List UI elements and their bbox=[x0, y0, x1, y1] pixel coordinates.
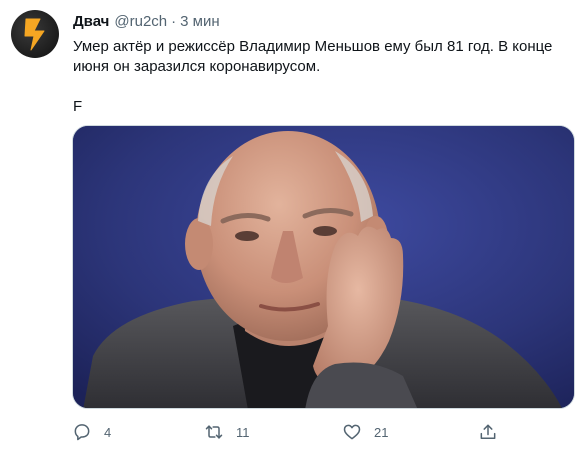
author-name[interactable]: Двач bbox=[73, 13, 109, 30]
share-icon bbox=[480, 424, 496, 439]
lightning-bolt-icon bbox=[24, 18, 45, 51]
like-button[interactable]: 21 bbox=[342, 420, 388, 444]
author-handle[interactable]: @ru2ch bbox=[114, 13, 167, 30]
reply-button[interactable]: 4 bbox=[72, 420, 111, 444]
tweet-timestamp[interactable]: 3 мин bbox=[180, 13, 220, 30]
retweet-button[interactable]: 11 bbox=[204, 420, 250, 444]
avatar[interactable] bbox=[11, 10, 59, 58]
tweet-photo[interactable] bbox=[72, 125, 575, 409]
like-count: 21 bbox=[374, 424, 389, 440]
tweet-header: Двач @ru2ch · 3 мин bbox=[73, 11, 220, 31]
reply-count: 4 bbox=[104, 424, 112, 440]
reply-icon bbox=[74, 424, 90, 441]
share-button[interactable] bbox=[478, 420, 498, 444]
retweet-icon bbox=[205, 425, 223, 439]
tweet-text-line: F bbox=[73, 98, 83, 115]
tweet-text: Умер актёр и режиссёр Владимир Меньшов е… bbox=[73, 37, 563, 117]
retweet-count: 11 bbox=[236, 424, 250, 440]
tweet-text-line: Умер актёр и режиссёр Владимир Меньшов е… bbox=[73, 38, 553, 75]
heart-icon bbox=[343, 424, 361, 440]
separator-dot: · bbox=[171, 12, 177, 30]
photo-elderly-man bbox=[73, 126, 574, 408]
tweet-actions: 4 11 21 bbox=[0, 420, 585, 444]
tweet-card[interactable]: Двач @ru2ch · 3 мин Умер актёр и режиссё… bbox=[0, 0, 585, 449]
